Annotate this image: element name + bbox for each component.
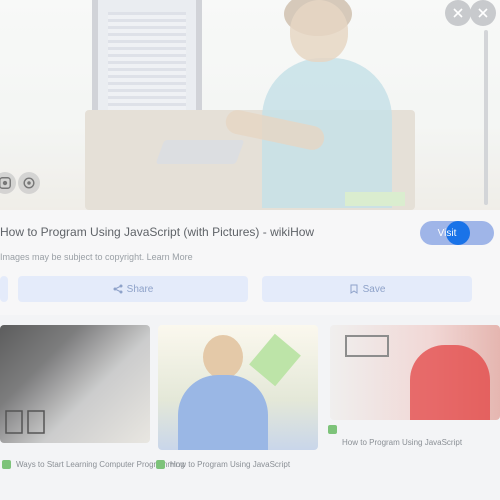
save-label: Save [362,283,386,295]
site-icon [2,460,11,469]
preview-image[interactable] [0,0,500,210]
site-icon [156,460,165,469]
site-icon [328,425,337,434]
share-button[interactable]: Share [18,276,248,302]
save-button[interactable]: Save [262,276,472,302]
copy-icon [4,409,46,440]
more-icon[interactable] [445,0,471,26]
copyright-notice: Images may be subject to copyright. Lear… [0,252,193,262]
related-image[interactable] [330,325,500,420]
related-caption[interactable]: How to Program Using JavaScript [170,460,290,469]
scrollbar[interactable] [484,30,488,205]
related-image[interactable] [158,325,318,450]
lens-icon [345,335,389,357]
left-button-edge[interactable] [0,276,8,302]
person-body [178,375,268,450]
lens-icon[interactable] [18,172,40,194]
person-head [203,335,243,379]
share-label: Share [126,283,154,295]
image-overlay [0,0,500,210]
close-icon[interactable] [470,0,496,26]
related-image[interactable] [0,325,150,443]
page-title[interactable]: How to Program Using JavaScript (with Pi… [0,225,400,239]
share-icon [113,284,123,294]
bookmark-icon [350,284,358,294]
visit-label: Visit [437,227,457,239]
visit-button[interactable]: Visit [420,221,494,245]
person-body [410,345,490,420]
related-caption[interactable]: How to Program Using JavaScript [342,438,462,447]
